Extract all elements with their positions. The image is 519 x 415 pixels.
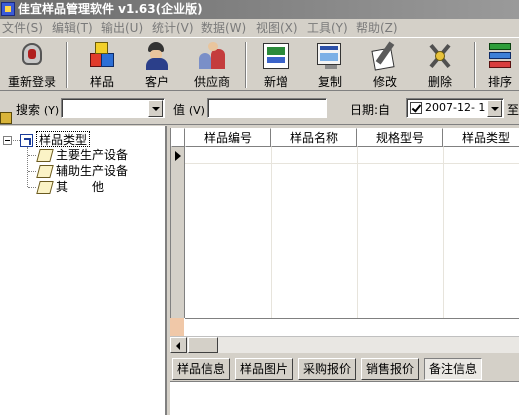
tree-item-other[interactable]: 其 他 — [56, 179, 104, 195]
relogin-label: 重新登录 — [7, 75, 56, 89]
date-to-label: 至 — [507, 103, 519, 117]
tab-sample-info[interactable]: 样品信息 — [172, 358, 231, 380]
column-header[interactable]: 样品编号 — [185, 128, 271, 147]
toolbar: 重新登录 样品 客户 供应商 新增 复制 修改 删除 排序 — [0, 37, 519, 91]
tree-root-label[interactable]: 样品类型 — [36, 131, 91, 147]
menu-edit[interactable]: 编辑(T) — [52, 20, 93, 36]
date-from-checkbox[interactable] — [410, 102, 422, 114]
tree-item-main-equipment[interactable]: 主要生产设备 — [56, 147, 128, 163]
app-icon — [1, 2, 15, 16]
search-label: 搜索 (Y) — [16, 103, 60, 117]
chevron-down-icon[interactable] — [148, 100, 163, 117]
grid-footer-indicator — [170, 318, 184, 336]
relogin-button[interactable]: 重新登录 — [4, 40, 60, 90]
grid-line — [185, 318, 519, 319]
delete-scissors-icon — [425, 41, 455, 71]
date-label: 日期:自 — [350, 103, 391, 117]
tab-notes[interactable]: 备注信息 — [424, 358, 483, 380]
folder-icon — [0, 112, 12, 124]
edit-button[interactable]: 修改 — [365, 40, 405, 90]
column-header[interactable]: 样品名称 — [271, 128, 357, 147]
sample-button[interactable]: 样品 — [82, 40, 122, 90]
grid-line — [271, 147, 272, 318]
relogin-icon — [17, 41, 47, 71]
sample-label: 样品 — [89, 75, 114, 89]
tree-line — [28, 187, 36, 188]
tree-item-aux-equipment[interactable]: 辅助生产设备 — [56, 163, 128, 179]
sample-grid[interactable]: 样品编号 样品名称 规格型号 样品类型 — [170, 128, 519, 336]
tree-line — [13, 140, 20, 141]
value-input[interactable] — [207, 98, 327, 118]
chevron-down-icon[interactable] — [487, 100, 502, 117]
title-bar: 佳宜样品管理软件 v1.63(企业版) — [0, 0, 519, 19]
new-label: 新增 — [263, 75, 288, 89]
detail-tabs: 样品信息 样品图片 采购报价 销售报价 备注信息 — [170, 353, 519, 415]
menu-tools[interactable]: 工具(Y) — [307, 20, 348, 36]
tab-sample-images[interactable]: 样品图片 — [235, 358, 294, 380]
sort-label: 排序 — [487, 75, 512, 89]
node-icon — [36, 181, 54, 194]
grid-corner — [171, 128, 185, 147]
new-button[interactable]: 新增 — [256, 40, 296, 90]
cubes-icon — [87, 41, 117, 71]
menu-help[interactable]: 帮助(Z) — [356, 20, 398, 36]
search-field-combo[interactable] — [61, 98, 165, 118]
tree-line — [28, 171, 36, 172]
grid-line — [185, 163, 519, 164]
people-icon — [197, 41, 227, 71]
horizontal-scrollbar[interactable] — [170, 336, 519, 353]
copy-button[interactable]: 复制 — [310, 40, 350, 90]
person-icon — [142, 41, 172, 71]
current-row-icon — [175, 151, 181, 161]
supplier-button[interactable]: 供应商 — [189, 40, 235, 90]
menu-data[interactable]: 数据(W) — [201, 20, 246, 36]
toolbar-separator — [66, 42, 68, 88]
sort-icon — [485, 41, 515, 71]
new-record-icon — [261, 41, 291, 71]
tree-line — [28, 155, 36, 156]
edit-pen-icon — [370, 41, 400, 71]
sort-button[interactable]: 排序 — [482, 40, 518, 90]
search-bar: 搜索 (Y) 值 (V) 日期:自 2007-12- 1 至 — [0, 91, 519, 125]
date-from-value: 2007-12- 1 — [425, 101, 486, 114]
tab-content-area — [170, 381, 519, 415]
copy-label: 复制 — [317, 75, 342, 89]
menu-view[interactable]: 视图(X) — [256, 20, 298, 36]
toolbar-separator — [474, 42, 476, 88]
toolbar-separator — [245, 42, 247, 88]
edit-label: 修改 — [372, 75, 397, 89]
category-tree: 样品类型 主要生产设备 辅助生产设备 其 他 — [0, 126, 167, 415]
node-icon — [36, 149, 54, 162]
supplier-label: 供应商 — [193, 75, 230, 89]
date-from-picker[interactable]: 2007-12- 1 — [406, 98, 504, 118]
row-indicator-column — [171, 147, 185, 318]
menu-file[interactable]: 文件(S) — [2, 20, 43, 36]
copy-icon — [315, 41, 345, 71]
grid-line — [443, 147, 444, 318]
tab-sales-quote[interactable]: 销售报价 — [361, 358, 420, 380]
root-node-icon — [20, 134, 33, 147]
menu-stats[interactable]: 统计(V) — [152, 20, 194, 36]
scroll-thumb[interactable] — [188, 337, 218, 353]
delete-label: 删除 — [427, 75, 452, 89]
tree-line — [27, 147, 28, 187]
window-title: 佳宜样品管理软件 v1.63(企业版) — [18, 2, 203, 16]
client-button[interactable]: 客户 — [137, 40, 177, 90]
column-header[interactable]: 样品类型 — [443, 128, 519, 147]
value-label: 值 (V) — [173, 103, 205, 117]
scroll-left-icon[interactable] — [170, 337, 187, 353]
column-header[interactable]: 规格型号 — [357, 128, 443, 147]
tab-purchase-quote[interactable]: 采购报价 — [298, 358, 357, 380]
grid-line — [357, 147, 358, 318]
menu-output[interactable]: 输出(U) — [101, 20, 143, 36]
delete-button[interactable]: 删除 — [420, 40, 460, 90]
collapse-icon[interactable] — [3, 136, 12, 145]
menu-bar: 文件(S) 编辑(T) 输出(U) 统计(V) 数据(W) 视图(X) 工具(Y… — [0, 19, 519, 37]
client-label: 客户 — [144, 75, 169, 89]
node-icon — [36, 165, 54, 178]
